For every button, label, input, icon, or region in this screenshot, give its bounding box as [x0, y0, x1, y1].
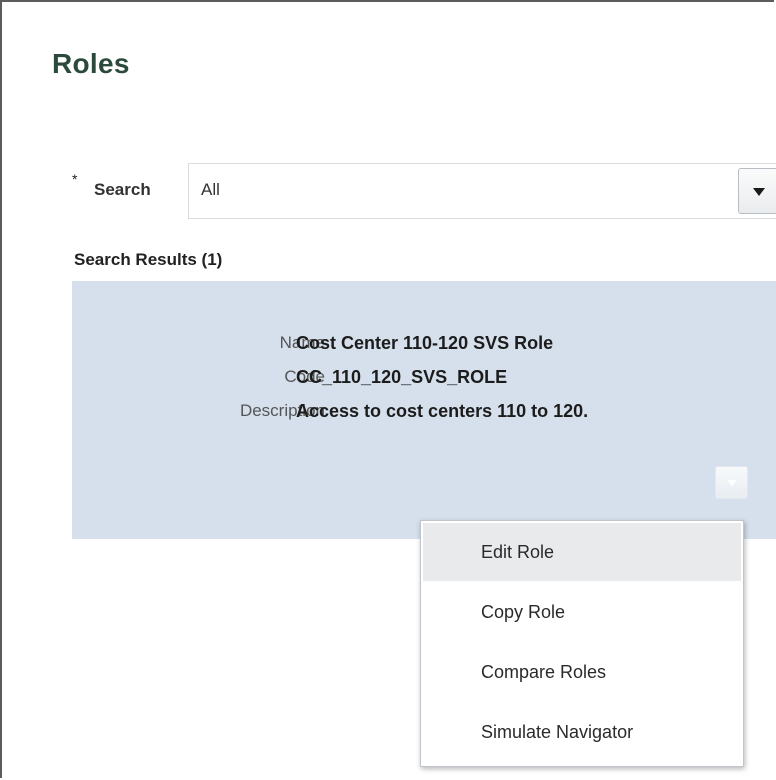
- menu-item-edit-role[interactable]: Edit Role: [423, 523, 741, 581]
- menu-item-copy-role[interactable]: Copy Role: [423, 583, 741, 641]
- role-name: Cost Center 110-120 SVS Role: [296, 333, 554, 353]
- roles-panel: Roles * Search All Search Results (1) Na…: [0, 0, 776, 778]
- search-select[interactable]: All: [188, 163, 776, 219]
- role-code: CC_110_120_SVS_ROLE: [296, 367, 508, 387]
- menu-item-compare-roles[interactable]: Compare Roles: [423, 643, 741, 701]
- search-label: Search: [94, 180, 151, 199]
- chevron-down-icon: [727, 480, 737, 486]
- menu-item-simulate-navigator[interactable]: Simulate Navigator: [423, 703, 741, 761]
- search-selected-value: All: [201, 180, 220, 199]
- search-dropdown-button[interactable]: [738, 168, 776, 214]
- required-indicator: *: [72, 171, 78, 187]
- role-description: Access to cost centers 110 to 120.: [296, 401, 589, 421]
- search-results-header: Search Results (1): [74, 250, 223, 269]
- actions-menu-button[interactable]: [715, 466, 748, 499]
- actions-menu: Edit Role Copy Role Compare Roles Simula…: [420, 520, 744, 767]
- chevron-down-icon: [753, 188, 765, 196]
- search-row: * Search All: [72, 163, 776, 219]
- page-title: Roles: [52, 48, 130, 79]
- search-result-card[interactable]: Name Cost Center 110-120 SVS Role Code C…: [72, 281, 776, 539]
